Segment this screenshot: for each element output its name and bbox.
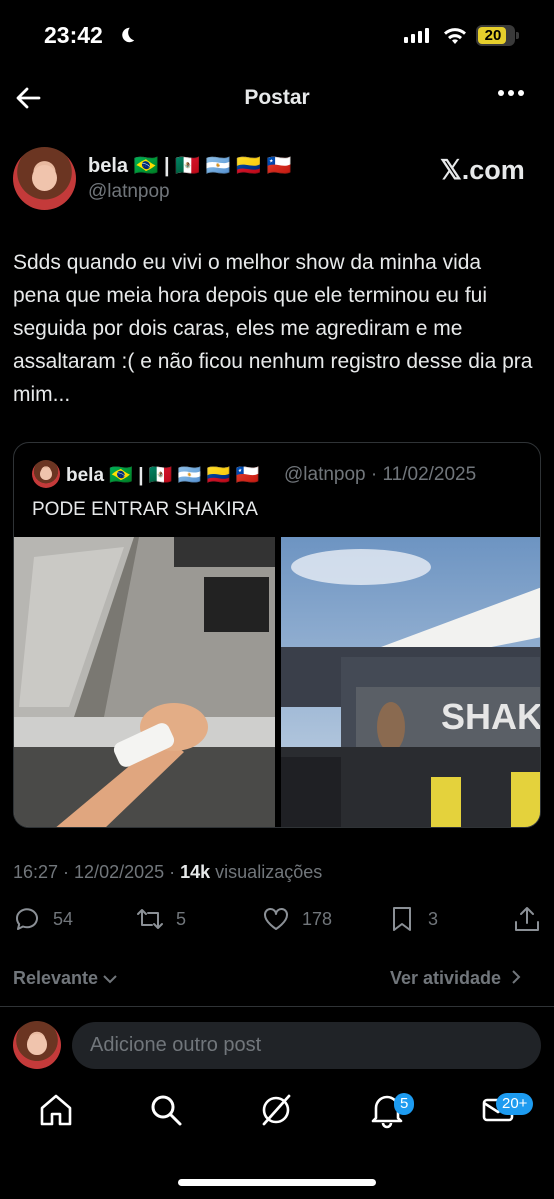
quoted-author-handle-date: @latnpop · 11/02/2025 [284,464,477,485]
author-handle[interactable]: @latnpop [88,181,170,203]
search-icon[interactable] [146,1090,186,1130]
post-text: Sdds quando eu vivi o melhor show da min… [13,251,533,406]
share-icon [515,907,539,931]
battery-level: 20 [484,27,502,44]
bottom-tab-bar: 5 20+ [0,1090,554,1140]
post-meta: 16:27 · 12/02/2025 · 14k visualizações [13,862,322,883]
chevron-down-icon [103,975,117,984]
wifi-icon [444,28,466,44]
messages-badge: 20+ [496,1093,534,1115]
author-name[interactable]: bela 🇧🇷 | 🇲🇽 🇦🇷 🇨🇴 🇨🇱 [88,153,291,178]
cellular-signal-icon [404,28,429,43]
views-count: 14k [180,862,211,882]
status-time: 23:42 [44,22,103,48]
reply-icon [16,908,38,930]
chevron-right-icon [512,970,521,984]
share-button[interactable] [513,905,541,933]
quoted-author-avatar[interactable] [32,460,60,488]
more-options-icon[interactable] [498,90,524,96]
sort-label: Relevante [13,968,99,988]
grok-icon[interactable] [256,1090,296,1130]
author-avatar[interactable] [13,147,76,210]
battery-icon: 20 [476,25,519,46]
x-com-watermark: 𝕏.com [440,155,525,185]
like-button[interactable]: 178 [262,905,332,933]
quoted-image-wristband[interactable] [14,537,275,827]
notifications-badge: 5 [394,1093,415,1115]
post-actions: 54 5 178 3 [0,905,554,937]
repost-icon [137,909,163,929]
quoted-author-name[interactable]: bela 🇧🇷 | 🇲🇽 🇦🇷 🇨🇴 🇨🇱 [66,463,259,487]
quoted-post-text: PODE ENTRAR SHAKIRA [32,499,258,520]
bookmark-button[interactable]: 3 [388,905,438,933]
view-activity-link[interactable]: Ver atividade [390,968,522,989]
heart-icon [264,908,288,930]
bookmark-icon [393,907,411,931]
divider [0,1006,554,1007]
stage-sign-text: SHAK [441,696,541,737]
replies-sort-dropdown[interactable]: Relevante [13,968,117,989]
reply-button[interactable]: 54 [13,905,73,933]
repost-button[interactable]: 5 [136,905,186,933]
post-timestamp: 16:27 · 12/02/2025 · [13,862,181,882]
page-title: Postar [244,86,310,109]
like-count: 178 [302,908,333,929]
quoted-image-stage[interactable]: SHAK [281,537,541,827]
home-indicator[interactable] [178,1179,376,1186]
quoted-post-card[interactable]: bela 🇧🇷 | 🇲🇽 🇦🇷 🇨🇴 🇨🇱 @latnpop · 11/02/2… [13,442,541,828]
home-icon[interactable] [36,1090,76,1130]
repost-count: 5 [176,908,187,929]
current-user-avatar[interactable] [13,1021,61,1069]
activity-label: Ver atividade [390,968,502,988]
do-not-disturb-icon [122,27,135,43]
reply-input[interactable]: Adicione outro post [72,1022,541,1069]
views-label: visualizações [210,862,323,882]
bookmark-count: 3 [428,908,439,929]
reply-count: 54 [53,908,74,929]
